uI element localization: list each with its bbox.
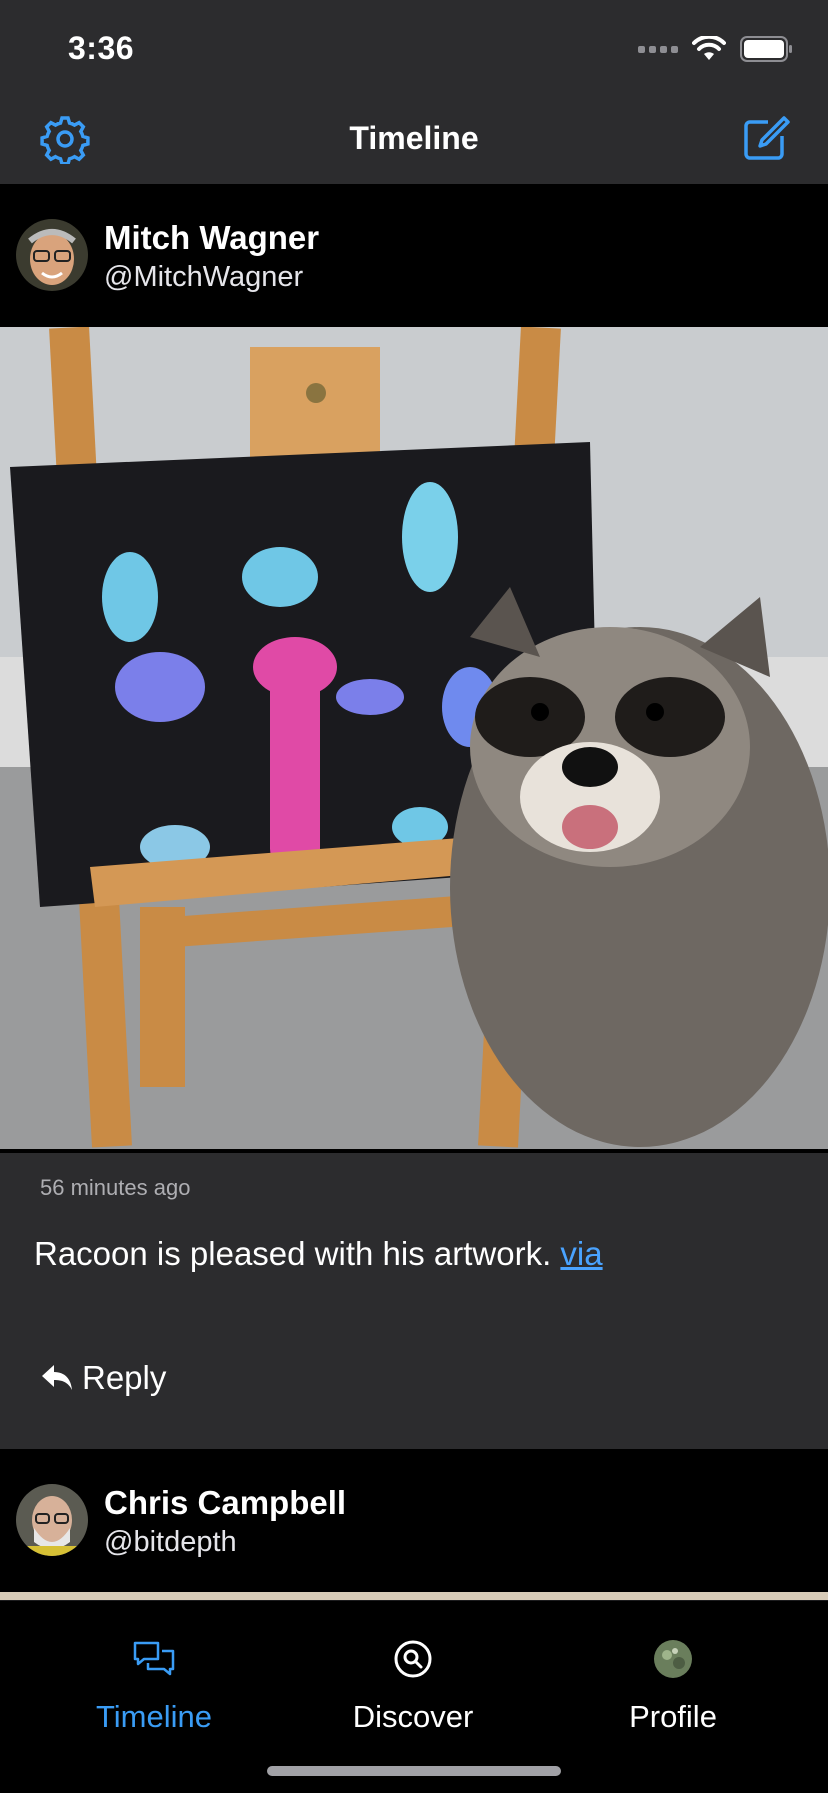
compose-icon xyxy=(744,116,790,160)
post-text-content: Racoon is pleased with his artwork. xyxy=(34,1235,561,1272)
tab-label: Timeline xyxy=(96,1699,212,1734)
post-image-peek xyxy=(0,1592,828,1600)
reply-label: Reply xyxy=(82,1359,167,1396)
compose-button[interactable] xyxy=(740,114,790,164)
post-timestamp: 56 minutes ago xyxy=(40,1175,191,1200)
tab-label: Discover xyxy=(352,1699,474,1734)
status-bar: 3:36 xyxy=(0,0,828,92)
avatar[interactable] xyxy=(16,1484,88,1556)
tab-discover[interactable]: Discover xyxy=(313,1637,513,1735)
chat-bubbles-icon xyxy=(133,1641,175,1676)
cellular-signal-icon xyxy=(638,45,678,53)
via-link[interactable]: via xyxy=(560,1235,602,1272)
reply-button[interactable]: Reply xyxy=(40,1359,166,1397)
post-text: Racoon is pleased with his artwork. via xyxy=(34,1235,603,1273)
display-name[interactable]: Chris Campbell xyxy=(104,1484,346,1522)
post-body: 56 minutes ago Racoon is pleased with hi… xyxy=(0,1153,828,1449)
battery-icon xyxy=(740,36,792,62)
display-name[interactable]: Mitch Wagner xyxy=(104,219,319,257)
post-header[interactable]: Mitch Wagner @MitchWagner xyxy=(0,185,828,327)
home-indicator xyxy=(267,1766,561,1776)
post-header[interactable]: Chris Campbell @bitdepth xyxy=(0,1450,828,1592)
status-time: 3:36 xyxy=(68,30,135,66)
avatar[interactable] xyxy=(16,219,88,291)
reply-arrow-icon xyxy=(42,1365,72,1390)
status-icons xyxy=(638,36,794,62)
post-image[interactable] xyxy=(0,327,828,1149)
tab-bar: Timeline Discover Profile xyxy=(0,1600,828,1793)
navigation-bar: Timeline xyxy=(0,92,828,184)
wifi-icon xyxy=(692,36,726,60)
tab-label: Profile xyxy=(629,1699,717,1734)
search-circle-icon xyxy=(394,1640,432,1678)
tab-timeline[interactable]: Timeline xyxy=(54,1637,254,1735)
avatar-icon xyxy=(654,1640,692,1678)
user-handle[interactable]: @bitdepth xyxy=(104,1526,237,1559)
tab-profile[interactable]: Profile xyxy=(573,1637,773,1735)
page-title: Timeline xyxy=(349,120,479,156)
user-handle[interactable]: @MitchWagner xyxy=(104,261,303,294)
